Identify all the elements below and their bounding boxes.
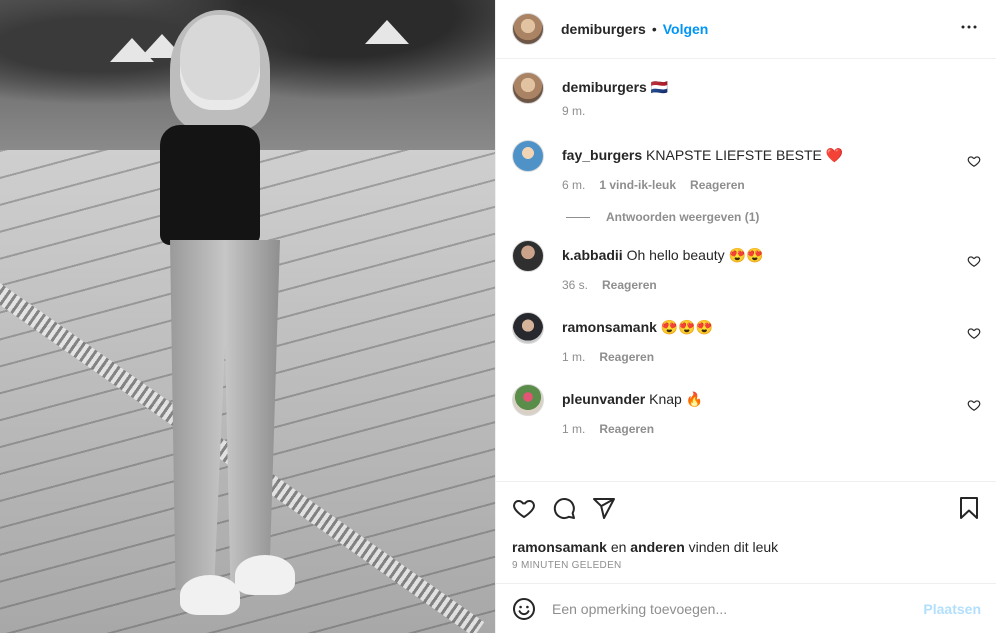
heart-icon[interactable]	[512, 496, 536, 520]
view-replies-button[interactable]: Antwoorden weergeven (1)	[566, 210, 981, 224]
commenter-avatar[interactable]	[512, 140, 544, 172]
caption-avatar[interactable]	[512, 72, 544, 104]
comment-username[interactable]: ramonsamank	[562, 319, 657, 335]
post-header: demiburgers • Volgen	[496, 0, 996, 59]
replies-divider	[566, 216, 590, 218]
reply-button[interactable]: Reageren	[690, 178, 745, 192]
comment-text: Oh hello beauty 😍😍	[626, 247, 764, 263]
comment-username[interactable]: fay_burgers	[562, 147, 642, 163]
comment-time[interactable]: 36 s.	[562, 278, 588, 292]
comment-like-heart-icon[interactable]	[967, 154, 981, 168]
reply-button[interactable]: Reageren	[599, 422, 654, 436]
caption-username[interactable]: demiburgers	[562, 79, 647, 95]
commenter-avatar[interactable]	[512, 312, 544, 344]
bookmark-icon[interactable]	[957, 496, 981, 520]
comments-list: demiburgers 🇳🇱 9 m. fay_burgers KNAPSTE …	[496, 60, 996, 480]
photo-person	[150, 10, 300, 625]
comment-text: Knap 🔥	[649, 391, 704, 407]
comment-username[interactable]: pleunvander	[562, 391, 645, 407]
comment-like-heart-icon[interactable]	[967, 254, 981, 268]
comment-text: 😍😍😍	[660, 319, 714, 335]
commenter-avatar[interactable]	[512, 240, 544, 272]
comment-like-heart-icon[interactable]	[967, 326, 981, 340]
view-replies-label[interactable]: Antwoorden weergeven (1)	[606, 210, 759, 224]
more-options-icon[interactable]	[957, 15, 981, 44]
comment-icon[interactable]	[552, 496, 576, 520]
comment-item: pleunvander Knap 🔥 1 m. Reageren	[512, 384, 981, 436]
photo-tent	[365, 20, 409, 44]
comment-text: KNAPSTE LIEFSTE BESTE ❤️	[646, 147, 844, 163]
paper-plane-icon[interactable]	[592, 496, 616, 520]
comment-like-heart-icon[interactable]	[967, 398, 981, 412]
smiley-icon[interactable]	[512, 597, 536, 621]
comment-time[interactable]: 1 m.	[562, 350, 585, 364]
comment-likes[interactable]: 1 vind-ik-leuk	[599, 178, 676, 192]
comment-item: k.abbadii Oh hello beauty 😍😍 36 s. Reage…	[512, 240, 981, 292]
post-photo[interactable]	[0, 0, 495, 633]
reply-button[interactable]: Reageren	[599, 350, 654, 364]
comment-item: fay_burgers KNAPSTE LIEFSTE BESTE ❤️ 6 m…	[512, 140, 981, 192]
caption: demiburgers 🇳🇱 9 m.	[512, 72, 981, 136]
likes-suffix: vinden dit leuk	[684, 539, 779, 555]
add-comment-bar: Plaatsen	[496, 583, 996, 633]
post-timestamp[interactable]: 9 MINUTEN GELEDEN	[512, 560, 981, 571]
author-avatar[interactable]	[512, 13, 544, 45]
likes-summary: ramonsamank en anderen vinden dit leuk	[512, 539, 981, 555]
action-icon-row	[512, 494, 981, 522]
post-actions: ramonsamank en anderen vinden dit leuk 9…	[496, 481, 996, 581]
post-side-panel: demiburgers • Volgen demiburgers 🇳🇱 9 m.	[495, 0, 996, 633]
author-username[interactable]: demiburgers	[561, 21, 646, 37]
comment-time[interactable]: 1 m.	[562, 422, 585, 436]
follow-button[interactable]: Volgen	[663, 21, 709, 37]
comment-input[interactable]	[552, 600, 924, 617]
liker-username[interactable]: ramonsamank	[512, 539, 607, 555]
post-comment-button[interactable]: Plaatsen	[923, 601, 981, 617]
commenter-avatar[interactable]	[512, 384, 544, 416]
caption-text: 🇳🇱	[650, 79, 669, 95]
reply-button[interactable]: Reageren	[602, 278, 657, 292]
likes-connector: en	[606, 539, 631, 555]
separator-dot: •	[651, 21, 657, 37]
comment-time[interactable]: 6 m.	[562, 178, 585, 192]
comment-item: ramonsamank 😍😍😍 1 m. Reageren	[512, 312, 981, 364]
likers-others-link[interactable]: anderen	[630, 539, 684, 555]
caption-time[interactable]: 9 m.	[562, 104, 585, 118]
comment-username[interactable]: k.abbadii	[562, 247, 623, 263]
